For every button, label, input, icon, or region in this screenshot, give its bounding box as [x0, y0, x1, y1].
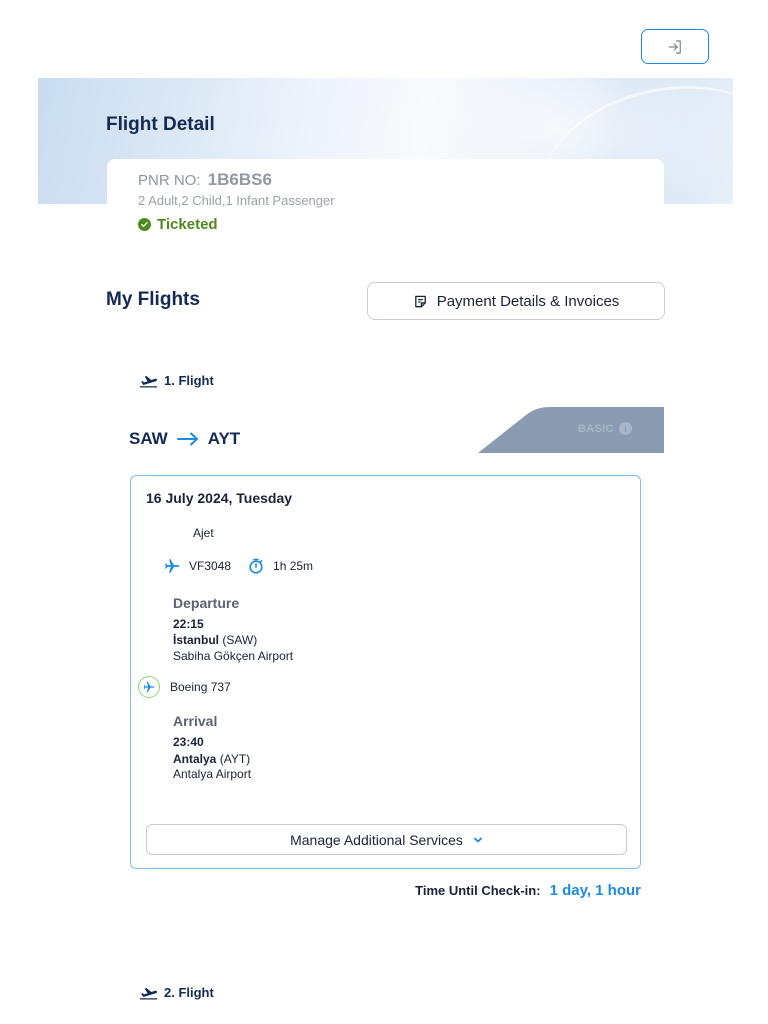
- flight-heading-label: 2. Flight: [164, 985, 214, 1000]
- arrow-right-icon: [176, 432, 198, 446]
- airplane-icon: [165, 559, 180, 573]
- flight-heading-1: 1. Flight: [139, 373, 214, 388]
- flight-heading-2: 2. Flight: [139, 985, 214, 1000]
- passenger-summary: 2 Adult,2 Child,1 Infant Passenger: [138, 193, 335, 208]
- carrier-name: Ajet: [193, 526, 214, 540]
- flight-date: 16 July 2024, Tuesday: [146, 490, 293, 506]
- pnr-line: PNR NO: 1B6BS6: [138, 170, 272, 190]
- manage-services-button[interactable]: Manage Additional Services: [146, 824, 627, 855]
- checkin-label: Time Until Check-in:: [415, 883, 541, 898]
- departure-city-name: İstanbul: [173, 633, 220, 647]
- flight-duration: 1h 25m: [273, 559, 314, 573]
- destination-code: AYT: [207, 429, 241, 448]
- departure-time: 22:15: [173, 617, 204, 631]
- arrival-label: Arrival: [173, 713, 218, 729]
- aircraft-icon: [138, 676, 160, 698]
- aircraft-model: Boeing 737: [170, 680, 231, 694]
- ticket-status-label: Ticketed: [157, 216, 218, 233]
- booking-summary-card: PNR NO: 1B6BS6 2 Adult,2 Child,1 Infant …: [107, 159, 664, 243]
- check-circle-icon: [138, 218, 151, 231]
- plane-takeoff-icon: [139, 987, 158, 999]
- payment-details-button[interactable]: Payment Details & Invoices: [367, 282, 665, 320]
- page-title: Flight Detail: [106, 114, 215, 135]
- arrival-city: Antalya (AYT): [173, 752, 250, 766]
- arrival-city-code: (AYT): [219, 752, 251, 766]
- checkin-value: 1 day, 1 hour: [549, 882, 641, 899]
- origin-code: SAW: [129, 429, 168, 448]
- arrival-airport: Antalya Airport: [173, 767, 252, 781]
- departure-label: Departure: [173, 595, 240, 611]
- my-flights-title: My Flights: [106, 289, 200, 310]
- fare-class-label: BASIC: [578, 423, 614, 435]
- fare-class-tag[interactable]: BASIC i: [478, 407, 664, 453]
- flight-route: SAW AYT: [129, 429, 240, 449]
- pnr-value: 1B6BS6: [207, 170, 272, 189]
- flight-segment-card: 16 July 2024, Tuesday Ajet VF3048 1h 25m…: [130, 475, 641, 869]
- sign-in-icon: [668, 39, 681, 54]
- info-icon: i: [619, 422, 632, 435]
- arrival-city-name: Antalya: [173, 752, 217, 766]
- pnr-label: PNR NO:: [138, 172, 201, 189]
- arrival-time: 23:40: [173, 735, 204, 749]
- payment-details-label: Payment Details & Invoices: [436, 292, 620, 310]
- checkin-countdown: Time Until Check-in: 1 day, 1 hour: [415, 882, 641, 899]
- departure-airport: Sabiha Gökçen Airport: [173, 649, 294, 663]
- departure-city: İstanbul (SAW): [173, 633, 257, 647]
- chevron-down-icon: [473, 837, 482, 842]
- departure-city-code: (SAW): [222, 633, 258, 647]
- flight-meta: VF3048 1h 25m: [164, 558, 313, 574]
- sign-in-button[interactable]: [641, 29, 709, 64]
- ticket-status: Ticketed: [138, 216, 218, 233]
- fare-tag-shape: [478, 407, 664, 453]
- stopwatch-icon: [249, 558, 263, 574]
- flight-number: VF3048: [189, 559, 232, 573]
- manage-services-label: Manage Additional Services: [290, 831, 463, 848]
- aircraft-info: Boeing 737: [138, 676, 231, 698]
- plane-takeoff-icon: [139, 375, 158, 387]
- flight-heading-label: 1. Flight: [164, 373, 214, 388]
- document-icon: [414, 295, 426, 307]
